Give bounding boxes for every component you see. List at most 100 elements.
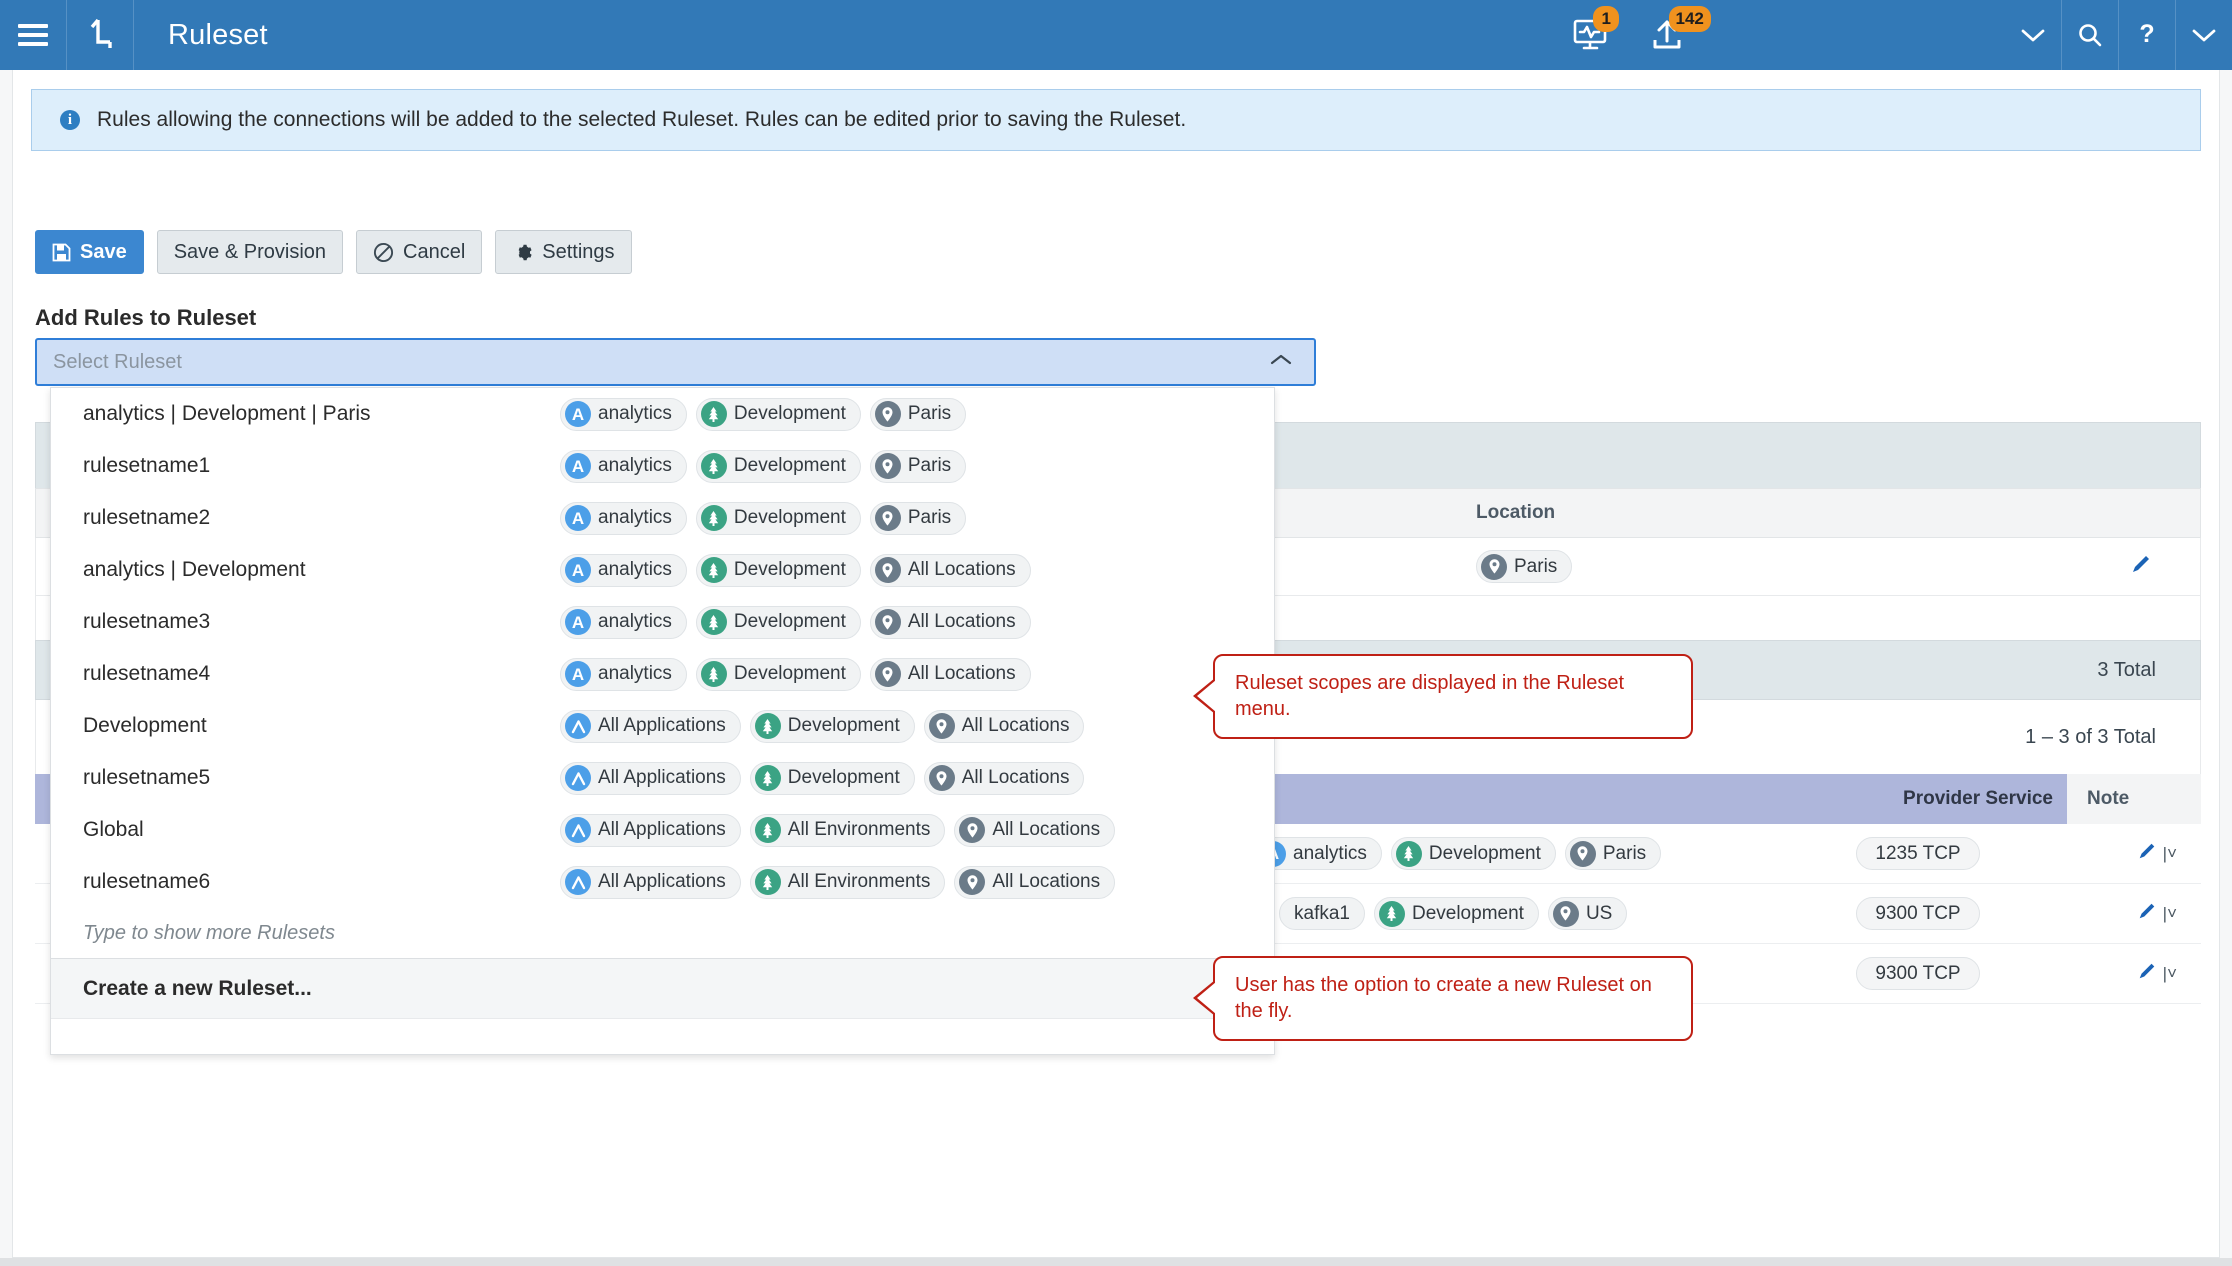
save-and-provision-button[interactable]: Save & Provision <box>156 230 344 274</box>
settings-button[interactable]: Settings <box>495 230 632 274</box>
dropdown-option[interactable]: rulesetname3 A analytics Development All… <box>51 596 1274 648</box>
pencil-icon <box>2133 556 2149 572</box>
environment-pill-label: Development <box>733 663 846 684</box>
horizontal-scrollbar[interactable] <box>0 1258 2232 1266</box>
application-icon: A <box>565 453 591 479</box>
dropdown-option[interactable]: Global All Applications All Environments <box>51 804 1274 856</box>
all-applications-pill: All Applications <box>560 865 741 899</box>
environment-tree-icon <box>754 765 781 791</box>
application-pill-label: analytics <box>598 403 672 424</box>
ruleset-select-placeholder: Select Ruleset <box>53 350 182 373</box>
edit-rule-button[interactable] <box>2137 961 2157 986</box>
dropdown-option-scopes: A analytics Development Paris <box>560 397 967 431</box>
environment-tree-icon <box>754 713 781 739</box>
application-pill-label: analytics <box>598 455 672 476</box>
info-icon: i <box>60 110 80 130</box>
callout-create-ruleset: User has the option to create a new Rule… <box>1213 956 1693 1041</box>
help-button[interactable]: ? <box>2119 0 2175 70</box>
dropdown-option-scopes: All Applications All Environments All Lo… <box>560 813 1116 847</box>
add-rules-to-ruleset-label: Add Rules to Ruleset <box>35 305 257 330</box>
save-and-provision-label: Save & Provision <box>173 240 327 263</box>
environment-tree-icon <box>700 453 727 479</box>
dropdown-option-name: Development <box>83 714 207 737</box>
environment-pill-label: Development <box>733 403 846 424</box>
application-pill: A analytics <box>560 657 687 691</box>
environment-pill: Development <box>1373 897 1539 930</box>
all-environments-pill: All Environments <box>749 813 946 847</box>
all-applications-pill-label: All Applications <box>598 767 726 788</box>
location-pill: All Locations <box>923 761 1085 795</box>
search-icon <box>2079 24 2102 47</box>
location-pill-label: Paris <box>907 403 952 424</box>
health-status-button[interactable]: 1 <box>1555 0 1629 70</box>
info-banner: i Rules allowing the connections will be… <box>31 89 2201 151</box>
dropdown-option[interactable]: rulesetname2 A analytics Development Par… <box>51 492 1274 544</box>
dropdown-option[interactable]: rulesetname5 All Applications Developmen… <box>51 752 1274 804</box>
brand-logo-button[interactable] <box>67 0 133 70</box>
illumio-logo-icon <box>90 18 112 48</box>
info-banner-text: Rules allowing the connections will be a… <box>97 108 1187 131</box>
chevron-up-icon[interactable] <box>1270 353 1292 371</box>
pencil-icon <box>2139 903 2154 919</box>
dropdown-option[interactable]: rulesetname1 A analytics Development Par… <box>51 440 1274 492</box>
ruleset-select[interactable]: Select Ruleset <box>35 338 1316 386</box>
cancel-icon <box>373 242 394 262</box>
dropdown-option-scopes: A analytics Development All Locations <box>560 605 1031 639</box>
application-pill-label: analytics <box>598 611 672 632</box>
application-pill-label: analytics <box>598 559 672 580</box>
health-badge-count: 1 <box>1593 6 1619 32</box>
dropdown-option-name: analytics | Development <box>83 558 306 581</box>
dropdown-option-name: rulesetname4 <box>83 662 211 685</box>
location-pill-label: All Locations <box>992 819 1101 840</box>
topbar-menu-chevron-button[interactable] <box>2005 0 2061 70</box>
application-pill-label: analytics <box>598 507 672 528</box>
location-pill-label: All Locations <box>961 715 1070 736</box>
location-pin-icon <box>1569 840 1596 867</box>
location-pill-label: All Locations <box>907 611 1016 632</box>
cancel-button[interactable]: Cancel <box>356 230 483 274</box>
location-pin-icon <box>1552 900 1579 927</box>
location-pill: Paris <box>869 397 967 431</box>
dropdown-option[interactable]: analytics | Development | Paris A analyt… <box>51 388 1274 440</box>
location-pin-icon <box>874 557 901 583</box>
environment-tree-icon <box>700 505 727 531</box>
location-pin-icon <box>874 453 901 479</box>
location-pill: Paris <box>869 449 967 483</box>
edit-scope-button[interactable] <box>2130 553 2152 580</box>
location-pin-icon <box>1481 553 1507 580</box>
all-applications-pill-label: All Applications <box>598 819 726 840</box>
application-pill-label: analytics <box>598 663 672 684</box>
dropdown-option-scopes: All Applications Development All Locatio… <box>560 761 1085 795</box>
row-menu-chevron-icon[interactable]: |˅ <box>2163 964 2177 984</box>
dropdown-option-scopes: A analytics Development All Locations <box>560 657 1031 691</box>
location-pin-icon <box>959 869 986 895</box>
row-menu-chevron-icon[interactable]: |˅ <box>2163 904 2177 924</box>
dropdown-option[interactable]: rulesetname4 A analytics Development All… <box>51 648 1274 700</box>
environment-tree-icon <box>754 869 781 895</box>
environment-tree-icon <box>700 609 727 635</box>
dropdown-option[interactable]: rulesetname6 All Applications All Enviro… <box>51 856 1274 908</box>
location-pin-icon <box>874 661 901 687</box>
environment-pill: Development <box>749 709 915 743</box>
save-button[interactable]: Save <box>35 230 144 274</box>
hamburger-menu-button[interactable] <box>0 0 66 70</box>
chevron-down-icon <box>2192 29 2216 42</box>
edit-rule-button[interactable] <box>2137 901 2157 926</box>
row-menu-chevron-icon[interactable]: |˅ <box>2163 844 2177 864</box>
create-new-ruleset-option[interactable]: Create a new Ruleset... <box>51 958 1274 1018</box>
dropdown-option[interactable]: analytics | Development A analytics Deve… <box>51 544 1274 596</box>
application-pill: kafka1 <box>1279 897 1365 930</box>
edit-rule-button[interactable] <box>2137 841 2157 866</box>
settings-button-label: Settings <box>542 240 615 263</box>
dropdown-option[interactable]: Development All Applications Development <box>51 700 1274 752</box>
user-menu-button[interactable] <box>2176 0 2232 70</box>
search-button[interactable] <box>2062 0 2118 70</box>
application-icon: A <box>565 661 591 687</box>
provider-service-pill: 1235 TCP <box>1856 837 1980 870</box>
dropdown-option-name: rulesetname5 <box>83 766 211 789</box>
location-pin-icon <box>928 765 955 791</box>
hamburger-icon <box>18 19 48 52</box>
all-applications-icon <box>565 765 591 791</box>
provision-button[interactable]: 142 <box>1629 0 1711 70</box>
